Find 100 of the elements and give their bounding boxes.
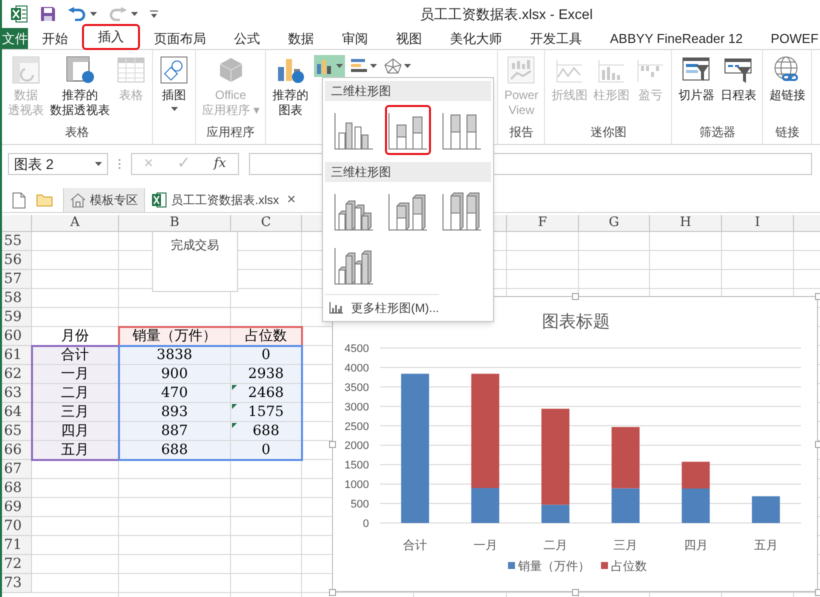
resize-handle[interactable] [572,589,579,596]
column-header[interactable]: G [579,215,650,232]
axis-tick-label: 1000 [344,479,369,492]
table-cell[interactable]: 合计 [32,346,119,365]
chart-type-button[interactable] [314,55,346,77]
row-header[interactable]: 73 [2,574,32,593]
table-cell[interactable]: 2468 [231,384,302,403]
table-cell[interactable]: 2938 [231,365,302,384]
table-cell[interactable]: 五月 [32,441,119,460]
axis-tick-label: 500 [350,498,369,511]
spreadsheet-app-icon[interactable] [10,5,28,23]
resize-handle[interactable] [815,293,820,300]
ribbon-tab[interactable]: ABBYY FineReader 12 [596,28,757,49]
row-header[interactable]: 62 [2,365,32,384]
column-header[interactable]: C [231,215,302,232]
row-header[interactable]: 58 [2,289,32,308]
resize-handle[interactable] [572,293,579,300]
table-cell[interactable]: 四月 [32,422,119,441]
ribbon-tab[interactable]: 开始 [28,28,82,49]
menu-section-header: 二维柱形图 [325,81,491,101]
ribbon-button[interactable]: 切片器 [676,55,716,103]
table-cell[interactable]: 一月 [32,365,119,384]
table-cell[interactable]: 三月 [32,403,119,422]
row-header[interactable]: 63 [2,384,32,403]
ribbon-tab[interactable]: 页面布局 [140,28,220,49]
caret-icon [336,64,344,68]
ribbon-tab[interactable]: 插入 [82,24,140,50]
table-cell[interactable]: 893 [119,403,231,422]
table-cell[interactable]: 688 [119,441,231,460]
chart-board-icon [506,55,536,85]
row-header[interactable]: 66 [2,441,32,460]
column-header[interactable]: F [507,215,579,232]
file-tab[interactable]: 模板专区 [63,188,145,212]
ribbon-button[interactable]: 超链接 [767,55,808,103]
caret-icon [90,12,97,16]
table-cell[interactable]: 二月 [32,384,119,403]
row-header[interactable]: 60 [2,327,32,346]
customize-toolbar-icon[interactable] [150,10,158,18]
ribbon-tab[interactable]: POWEF [756,28,820,49]
resize-handle[interactable] [815,441,820,448]
table-cell[interactable]: 3838 [119,346,231,365]
table-cell[interactable]: 0 [231,346,302,365]
chart-type-option[interactable] [385,105,431,155]
column-header[interactable]: H [650,215,722,232]
ribbon-button[interactable]: 日程表 [718,55,758,103]
ribbon-tab[interactable]: 视图 [382,28,436,49]
row-header[interactable]: 57 [2,270,32,289]
row-header[interactable]: 69 [2,498,32,517]
row-header[interactable]: 67 [2,460,32,479]
new-document-icon[interactable] [12,192,26,208]
row-header[interactable]: 68 [2,479,32,498]
undo-icon[interactable] [68,7,86,21]
column-header[interactable]: A [32,215,119,232]
save-icon[interactable] [40,6,56,22]
menu-item[interactable]: 更多柱形图(M)... [325,294,439,317]
ribbon-tab[interactable]: 数据 [274,28,328,49]
caret-icon [95,162,102,166]
column-header[interactable]: I [722,215,794,232]
resize-handle[interactable] [329,441,336,448]
ribbon-group-label: 应用程序 [206,124,255,141]
row-header[interactable]: 71 [2,536,32,555]
close-tab-button[interactable]: × [285,188,298,212]
table-cell[interactable]: 887 [119,422,231,441]
ribbon-group-label: 报告 [509,124,534,141]
ribbon-tab[interactable]: 审阅 [328,28,382,49]
grip-dots-icon [118,158,121,170]
table-cell[interactable]: 1575 [231,403,302,422]
table-cell[interactable]: 688 [231,422,302,441]
ribbon-button[interactable]: 插图 [157,55,191,111]
row-header[interactable]: 65 [2,422,32,441]
table-cell[interactable]: 0 [231,441,302,460]
column-chart-icon [329,302,343,314]
name-box[interactable]: 图表 2 [8,153,108,175]
insert-function-button[interactable]: fx [214,154,226,174]
ribbon-tab[interactable]: 开发工具 [516,28,596,49]
ribbon-tab[interactable]: 美化大师 [436,28,516,49]
chart-bar [752,496,780,523]
table-cell[interactable]: 900 [119,365,231,384]
legend-item: 销量（万件） [508,559,590,573]
table-icon [116,55,146,85]
resize-handle[interactable] [815,589,820,596]
table-cell[interactable]: 月份 [32,327,119,346]
folder-icon[interactable] [36,193,53,207]
row-header[interactable]: 64 [2,403,32,422]
row-header[interactable]: 55 [2,232,32,251]
row-header[interactable]: 59 [2,308,32,327]
ribbon-tab[interactable]: 文件 [2,28,28,49]
shapes-icon [159,55,189,85]
ribbon-tab[interactable]: 公式 [220,28,274,49]
ribbon-button[interactable]: 推荐的 图表 [270,55,310,118]
row-header[interactable]: 70 [2,517,32,536]
text-box-shape[interactable]: 完成交易 [152,232,238,292]
row-header[interactable]: 61 [2,346,32,365]
row-header[interactable]: 72 [2,555,32,574]
table-cell[interactable]: 470 [119,384,231,403]
resize-handle[interactable] [329,589,336,596]
ribbon-button[interactable]: 推荐的 数据透视表 [48,55,112,118]
row-header[interactable]: 56 [2,251,32,270]
column-header[interactable]: B [119,215,231,232]
caret-icon [404,64,412,68]
